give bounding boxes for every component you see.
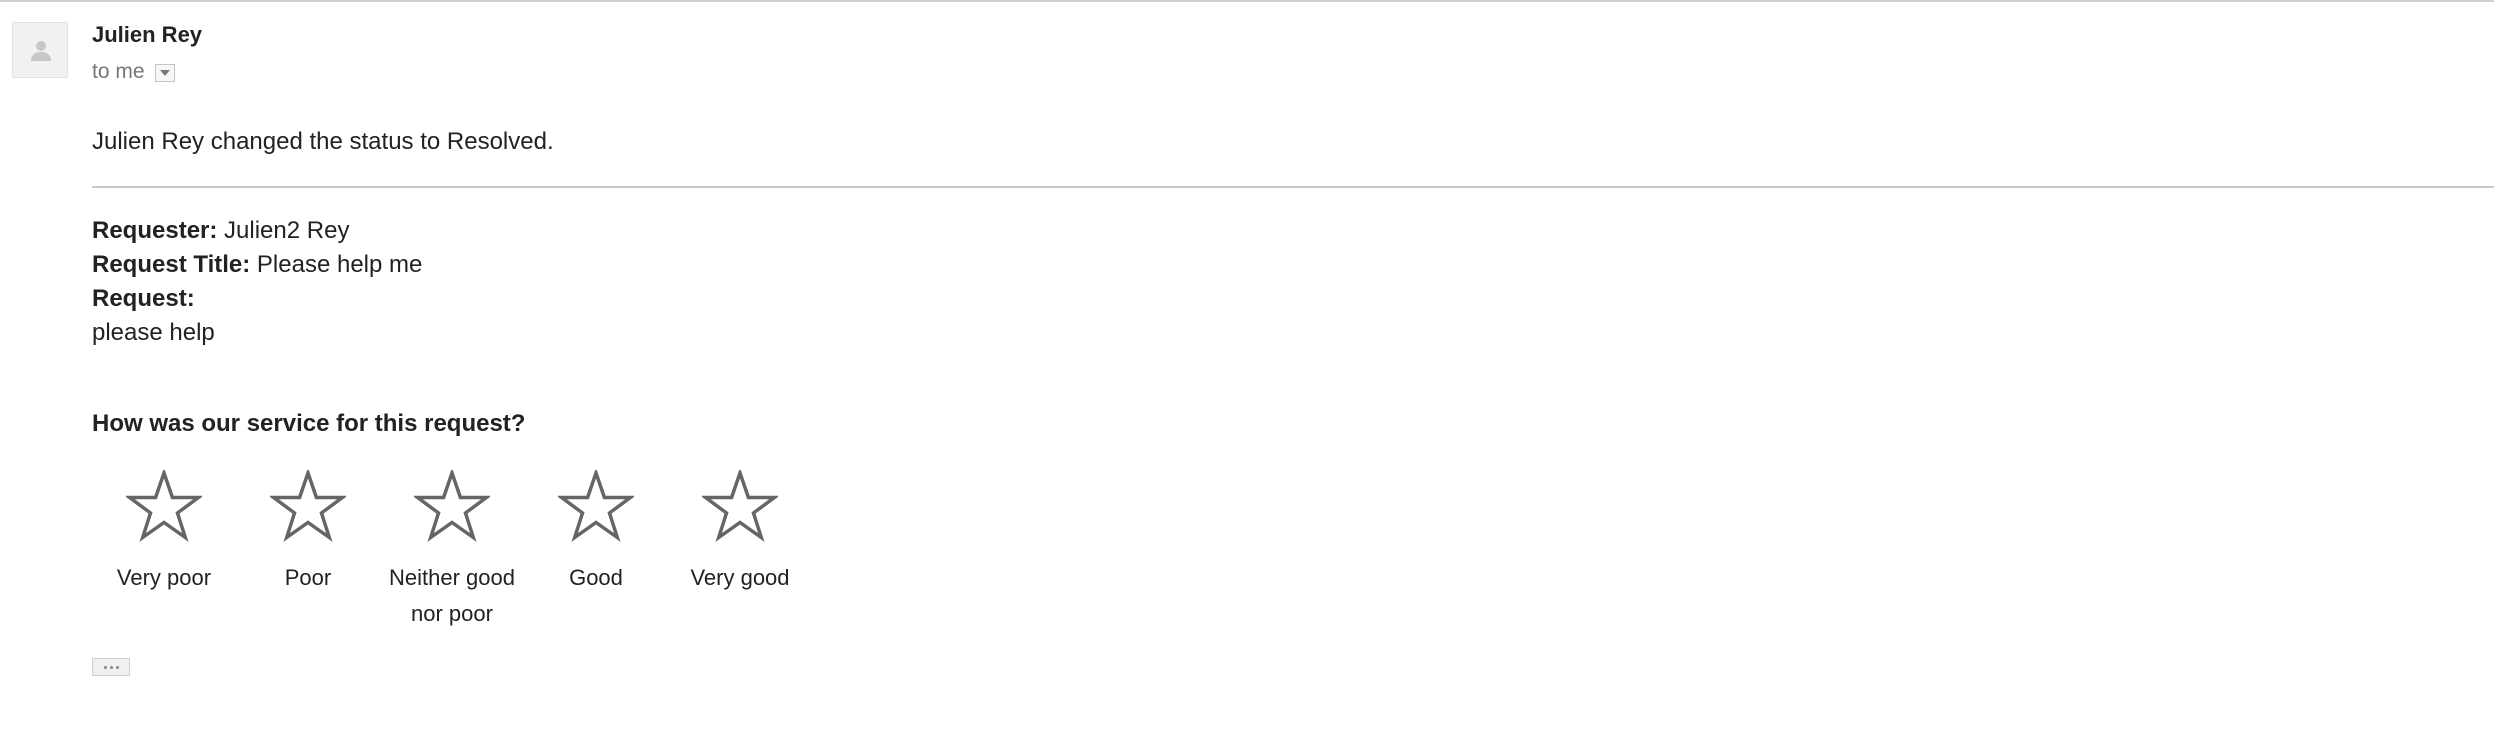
rating-options: Very poor Poor Neither good nor poor Goo…: [92, 470, 812, 632]
rating-label: Good: [569, 565, 623, 590]
ellipsis-icon: [103, 665, 107, 669]
rating-option-neutral[interactable]: Neither good nor poor: [380, 470, 524, 632]
rating-label: Neither good nor poor: [389, 565, 515, 626]
rating-label: Poor: [284, 565, 332, 590]
status-message: Julien Rey changed the status to Resolve…: [92, 128, 554, 155]
requester-value: Julien2 Rey: [224, 217, 350, 244]
rating-label: Very poor: [116, 565, 212, 590]
star-outline-icon: [702, 470, 778, 542]
recipient-text: to me: [92, 60, 145, 83]
sender-avatar[interactable]: [12, 22, 68, 78]
sender-name[interactable]: Julien Rey: [92, 22, 202, 48]
rating-option-good[interactable]: Good: [524, 470, 668, 632]
rating-option-very-poor[interactable]: Very poor: [92, 470, 236, 632]
person-icon: [31, 41, 51, 61]
request-row: Request:: [92, 282, 422, 316]
rating-option-poor[interactable]: Poor: [236, 470, 380, 632]
request-label: Request:: [92, 285, 195, 312]
recipient-row: to me: [92, 58, 175, 86]
star-outline-icon: [558, 470, 634, 542]
request-title-label: Request Title:: [92, 251, 251, 278]
requester-label: Requester:: [92, 217, 218, 244]
rating-label: Very good: [690, 565, 790, 590]
request-details: Requester: Julien2 Rey Request Title: Pl…: [92, 214, 422, 350]
request-title-value: Please help me: [256, 251, 423, 278]
dropdown-arrow-icon: [159, 70, 170, 76]
rating-question: How was our service for this request?: [92, 410, 526, 437]
header-divider: [0, 0, 2494, 2]
star-outline-icon: [270, 470, 346, 542]
star-outline-icon: [126, 470, 202, 542]
request-body: please help: [92, 319, 215, 346]
show-trimmed-content-button[interactable]: [92, 658, 130, 676]
show-details-button[interactable]: [154, 64, 175, 82]
content-divider: [92, 186, 2494, 188]
request-title-row: Request Title: Please help me: [92, 248, 422, 282]
requester-row: Requester: Julien2 Rey: [92, 214, 422, 248]
star-outline-icon: [414, 470, 490, 542]
rating-option-very-good[interactable]: Very good: [668, 470, 812, 632]
